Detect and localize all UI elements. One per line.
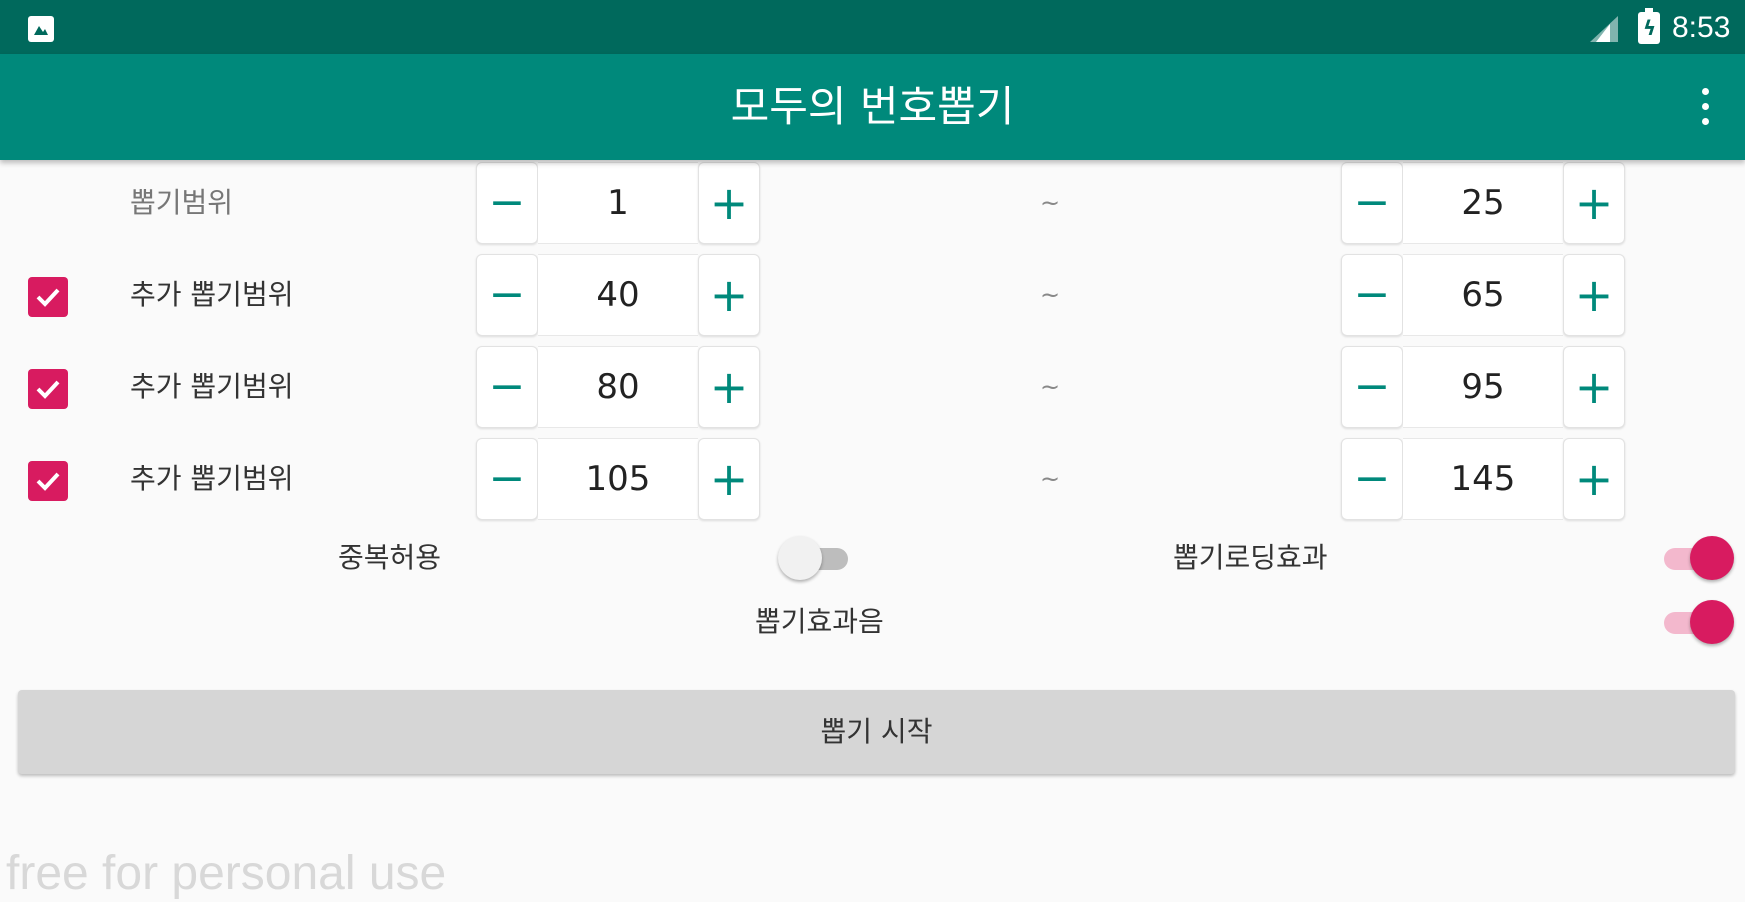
range-row-main: 뽑기범위 − 1 + ~ − 25 +	[0, 160, 1745, 246]
increment-button[interactable]: +	[698, 438, 760, 520]
range-from-stepper: − 40 +	[476, 254, 760, 336]
increment-button[interactable]: +	[1563, 254, 1625, 336]
check-icon	[36, 380, 60, 399]
increment-button[interactable]: +	[1563, 346, 1625, 428]
increment-button[interactable]: +	[698, 162, 760, 244]
range-separator: ~	[1039, 281, 1061, 309]
increment-button[interactable]: +	[698, 254, 760, 336]
range-separator: ~	[1039, 465, 1061, 493]
switch-thumb	[778, 536, 822, 580]
increment-button[interactable]: +	[1563, 162, 1625, 244]
app-bar: 모두의 번호뽑기	[0, 54, 1745, 160]
app-title: 모두의 번호뽑기	[730, 82, 1015, 131]
range-from-stepper: − 80 +	[476, 346, 760, 428]
sound-effect-label: 뽑기효과음	[755, 605, 884, 638]
decrement-button[interactable]: −	[476, 162, 538, 244]
allow-duplicates-switch[interactable]	[778, 534, 852, 582]
switch-thumb	[1690, 536, 1734, 580]
loading-effect-label: 뽑기로딩효과	[1173, 541, 1328, 574]
clock: 8:53	[1672, 11, 1731, 44]
allow-duplicates-label: 중복허용	[338, 541, 442, 574]
range-separator: ~	[1039, 189, 1061, 217]
range-label: 추가 뽑기범위	[130, 370, 294, 403]
increment-button[interactable]: +	[698, 346, 760, 428]
decrement-button[interactable]: −	[1341, 254, 1403, 336]
range-separator: ~	[1039, 373, 1061, 401]
range-to-stepper: − 95 +	[1341, 346, 1625, 428]
range-row-extra: 추가 뽑기범위 − 40 + ~ − 65 +	[0, 252, 1745, 338]
photo-icon	[28, 16, 54, 42]
range-from-stepper: − 105 +	[476, 438, 760, 520]
range-label: 추가 뽑기범위	[130, 278, 294, 311]
range-row-extra: 추가 뽑기범위 − 105 + ~ − 145 +	[0, 436, 1745, 522]
sound-effect-switch[interactable]	[1660, 598, 1734, 646]
range-to-value[interactable]: 145	[1403, 438, 1563, 520]
check-icon	[36, 472, 60, 491]
decrement-button[interactable]: −	[1341, 346, 1403, 428]
loading-effect-switch[interactable]	[1660, 534, 1734, 582]
decrement-button[interactable]: −	[476, 438, 538, 520]
range-to-value[interactable]: 65	[1403, 254, 1563, 336]
range-to-value[interactable]: 25	[1403, 162, 1563, 244]
status-bar: ϟ 8:53	[0, 0, 1745, 54]
battery-charging-icon: ϟ	[1638, 8, 1660, 44]
range-to-stepper: − 25 +	[1341, 162, 1625, 244]
extra-range-checkbox[interactable]	[28, 461, 68, 501]
range-label: 뽑기범위	[130, 186, 234, 219]
extra-range-checkbox[interactable]	[28, 277, 68, 317]
decrement-button[interactable]: −	[476, 346, 538, 428]
check-icon	[36, 288, 60, 307]
range-to-stepper: − 145 +	[1341, 438, 1625, 520]
more-vertical-icon[interactable]	[1690, 82, 1720, 132]
range-from-value[interactable]: 1	[538, 162, 698, 244]
range-from-value[interactable]: 80	[538, 346, 698, 428]
extra-range-checkbox[interactable]	[28, 369, 68, 409]
switch-thumb	[1690, 600, 1734, 644]
range-from-stepper: − 1 +	[476, 162, 760, 244]
increment-button[interactable]: +	[1563, 438, 1625, 520]
range-row-extra: 추가 뽑기범위 − 80 + ~ − 95 +	[0, 344, 1745, 430]
range-from-value[interactable]: 105	[538, 438, 698, 520]
range-label: 추가 뽑기범위	[130, 462, 294, 495]
decrement-button[interactable]: −	[476, 254, 538, 336]
watermark: free for personal use	[6, 847, 447, 900]
range-from-value[interactable]: 40	[538, 254, 698, 336]
range-to-value[interactable]: 95	[1403, 346, 1563, 428]
signal-icon	[1590, 16, 1618, 42]
decrement-button[interactable]: −	[1341, 438, 1403, 520]
start-draw-button[interactable]: 뽑기 시작	[18, 690, 1735, 774]
range-to-stepper: − 65 +	[1341, 254, 1625, 336]
decrement-button[interactable]: −	[1341, 162, 1403, 244]
